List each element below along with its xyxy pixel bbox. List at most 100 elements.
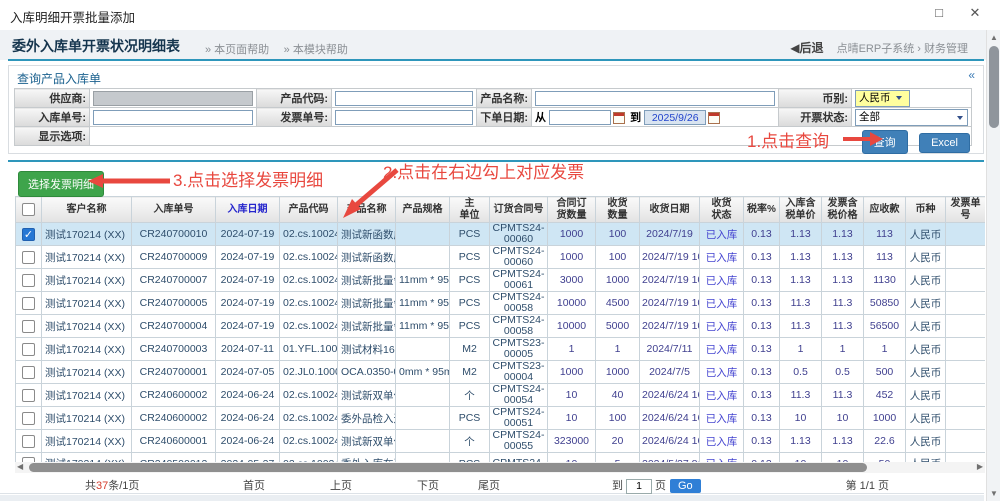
- row-checkbox[interactable]: [22, 435, 35, 448]
- cell-contract-no: CPMTS24-00058: [490, 292, 548, 315]
- vertical-scrollbar-thumb[interactable]: [989, 46, 999, 128]
- cell-product-name: OCA.0350-0C: [338, 361, 396, 384]
- cell-contract-no: CPMTS23-00005: [490, 338, 548, 361]
- row-checkbox[interactable]: [22, 320, 35, 333]
- cell-tax-rate: 0.13: [744, 223, 780, 246]
- row-checkbox[interactable]: [22, 412, 35, 425]
- close-icon[interactable]: ✕: [966, 5, 984, 21]
- cell-currency: 人民币: [906, 269, 946, 292]
- cell-inbound-date: 2024-07-19: [216, 246, 280, 269]
- col-inbound-date[interactable]: 入库日期: [216, 197, 280, 223]
- annotation-step3: 3.点击选择发票明细: [173, 166, 323, 191]
- cell-contract-no: CPMTS24-00060: [490, 223, 548, 246]
- cell-contract-qty: 1: [548, 338, 596, 361]
- cell-tax-rate: 0.13: [744, 246, 780, 269]
- row-checkbox[interactable]: [22, 389, 35, 402]
- breadcrumb-module[interactable]: 财务管理: [924, 43, 968, 55]
- row-checkbox[interactable]: [22, 297, 35, 310]
- date-to-input[interactable]: [644, 110, 706, 125]
- select-all-checkbox[interactable]: [22, 203, 35, 216]
- cell-contract-no: CPMTS24-00055: [490, 430, 548, 453]
- col-inbound-no[interactable]: 入库单号: [132, 197, 216, 223]
- col-contract-qty[interactable]: 合同订 货数量: [548, 197, 596, 223]
- row-select-cell: [16, 361, 42, 384]
- cell-product-code: 02.cs.100245: [280, 453, 338, 462]
- col-received-qty[interactable]: 收货 数量: [596, 197, 640, 223]
- scroll-left-icon[interactable]: ◀: [17, 462, 23, 471]
- row-checkbox[interactable]: [22, 274, 35, 287]
- invoice-no-input[interactable]: [335, 110, 473, 125]
- currency-select[interactable]: 人民币: [855, 90, 910, 107]
- record-count: 共37条/1页: [85, 477, 139, 493]
- col-status[interactable]: 收货 状态: [700, 197, 744, 223]
- cell-product-code: 02.cs.100241: [280, 223, 338, 246]
- cell-invoice-no: [946, 407, 986, 430]
- first-page-link[interactable]: 首页: [243, 477, 265, 493]
- cell-received-date: 2024/5/27 8:: [640, 453, 700, 462]
- cell-received-qty: 1000: [596, 269, 640, 292]
- product-name-label: 产品名称:: [477, 89, 532, 108]
- excel-button[interactable]: Excel: [919, 133, 970, 153]
- inbound-no-input[interactable]: [93, 110, 253, 125]
- currency-label: 币别:: [779, 89, 852, 108]
- cell-currency: 人民币: [906, 361, 946, 384]
- scroll-right-icon[interactable]: ▶: [977, 462, 983, 471]
- cell-invoice-price: 1.13: [822, 269, 864, 292]
- back-button[interactable]: ◀后退: [790, 41, 823, 55]
- cell-status: 已入库: [700, 361, 744, 384]
- cell-inbound-no: CR240600002: [132, 384, 216, 407]
- breadcrumb-system[interactable]: 点晴ERP子系统: [837, 43, 915, 55]
- calendar-icon[interactable]: [708, 112, 720, 124]
- col-customer[interactable]: 客户名称: [42, 197, 132, 223]
- product-code-input[interactable]: [335, 91, 473, 106]
- date-from-input[interactable]: [549, 110, 611, 125]
- row-checkbox[interactable]: [22, 251, 35, 264]
- row-checkbox[interactable]: [22, 343, 35, 356]
- help-page-link[interactable]: » 本页面帮助: [205, 44, 269, 56]
- next-page-link[interactable]: 下页: [417, 477, 439, 493]
- col-tax-rate[interactable]: 税率%: [744, 197, 780, 223]
- col-product-spec[interactable]: 产品规格: [396, 197, 450, 223]
- table-header-row: 客户名称入库单号入库日期产品代码产品名称产品规格主 单位订货合同号合同订 货数量…: [16, 197, 986, 223]
- cell-invoice-price: 0.5: [822, 361, 864, 384]
- record-count-prefix: 共: [85, 480, 96, 492]
- cell-received-qty: 4500: [596, 292, 640, 315]
- col-currency[interactable]: 币种: [906, 197, 946, 223]
- col-product-code[interactable]: 产品代码: [280, 197, 338, 223]
- collapse-icon[interactable]: «: [968, 68, 975, 82]
- cell-invoice-no: [946, 223, 986, 246]
- col-contract-no[interactable]: 订货合同号: [490, 197, 548, 223]
- col-inbound-price[interactable]: 入库含 税单价: [780, 197, 822, 223]
- row-select-cell: [16, 430, 42, 453]
- maximize-icon[interactable]: □: [930, 5, 948, 20]
- horizontal-scrollbar-thumb[interactable]: [29, 463, 867, 472]
- col-unit[interactable]: 主 单位: [450, 197, 490, 223]
- cell-product-spec: 0mm * 95m *: [396, 361, 450, 384]
- col-invoice-no[interactable]: 发票单号: [946, 197, 986, 223]
- cell-status: 已入库: [700, 407, 744, 430]
- help-module-link[interactable]: » 本模块帮助: [284, 44, 348, 56]
- cell-status: 已入库: [700, 430, 744, 453]
- calendar-icon[interactable]: [613, 112, 625, 124]
- cell-contract-qty: 323000: [548, 430, 596, 453]
- scroll-down-icon[interactable]: ▼: [987, 489, 1000, 498]
- prev-page-link[interactable]: 上页: [330, 477, 352, 493]
- cell-inbound-no: CR240700010: [132, 223, 216, 246]
- row-checkbox[interactable]: [22, 366, 35, 379]
- scroll-up-icon[interactable]: ▲: [987, 33, 1000, 42]
- col-invoice-price[interactable]: 发票含 税价格: [822, 197, 864, 223]
- col-select[interactable]: [16, 197, 42, 223]
- go-button[interactable]: Go: [670, 479, 701, 493]
- product-name-input[interactable]: [535, 91, 775, 106]
- cell-contract-no: CPMTS24-00054: [490, 384, 548, 407]
- invoice-status-select[interactable]: 全部: [855, 109, 968, 126]
- supplier-input[interactable]: [93, 91, 253, 106]
- back-label: 后退: [800, 41, 824, 55]
- row-checkbox[interactable]: ✓: [22, 228, 35, 241]
- goto-page-input[interactable]: [626, 479, 652, 494]
- col-receivable[interactable]: 应收款: [864, 197, 906, 223]
- col-received-date[interactable]: 收货日期: [640, 197, 700, 223]
- cell-inbound-date: 2024-07-19: [216, 315, 280, 338]
- last-page-link[interactable]: 尾页: [478, 477, 500, 493]
- cell-status: 已入库: [700, 223, 744, 246]
